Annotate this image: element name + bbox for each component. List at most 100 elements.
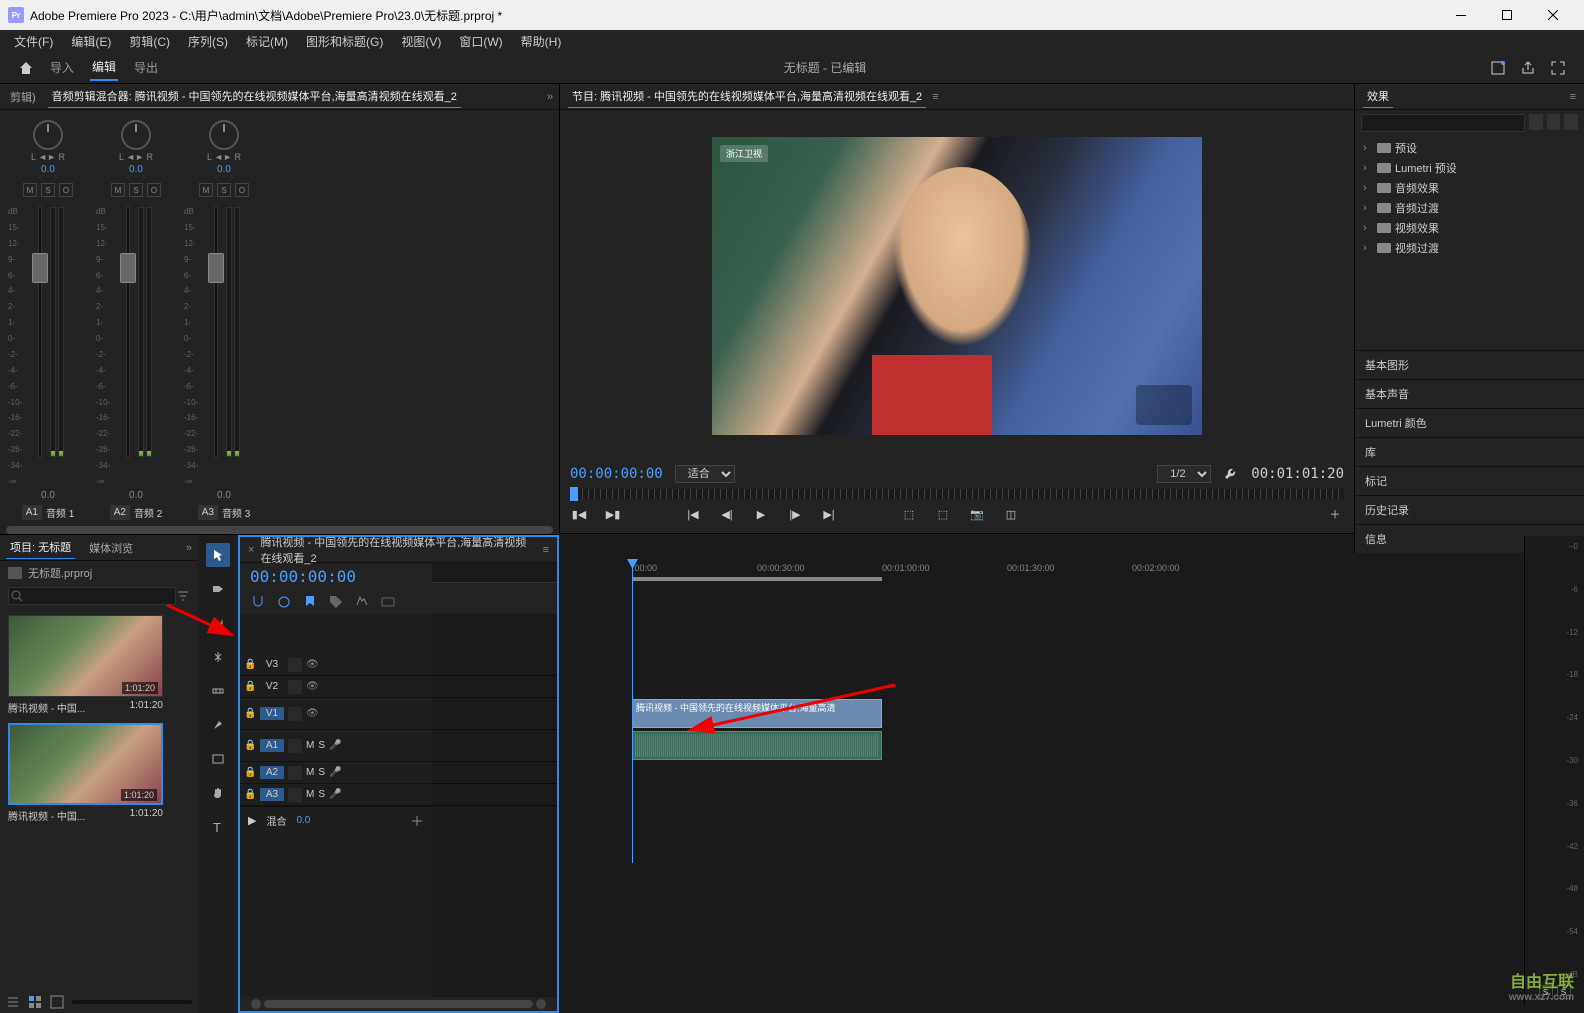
slip-tool[interactable]: [206, 679, 230, 703]
rectangle-tool[interactable]: [206, 747, 230, 771]
project-overflow-icon[interactable]: »: [186, 542, 192, 554]
record-button[interactable]: O: [235, 183, 249, 197]
fx-folder-video-fx[interactable]: ›视频效果: [1361, 218, 1578, 238]
linked-selection-icon[interactable]: [276, 594, 292, 610]
track-header-a1[interactable]: 🔒A1MS🎤: [240, 730, 432, 762]
solo-button[interactable]: S: [217, 183, 231, 197]
menu-markers[interactable]: 标记(M): [238, 31, 296, 52]
scrub-playhead[interactable]: [570, 487, 578, 501]
mixer-tab-clip[interactable]: 剪辑): [6, 86, 40, 108]
pan-knob[interactable]: [209, 120, 239, 150]
cc-icon[interactable]: [380, 594, 396, 610]
snap-icon[interactable]: [250, 594, 266, 610]
track-v2-lane[interactable]: [432, 676, 557, 698]
track-a1-lane[interactable]: [432, 730, 557, 762]
fullscreen-icon[interactable]: [1550, 60, 1566, 76]
fx-folder-audio-trans[interactable]: ›音频过渡: [1361, 198, 1578, 218]
mix-toggle-icon[interactable]: ▶: [248, 814, 256, 827]
pan-value[interactable]: 0.0: [217, 164, 231, 175]
program-timecode-in[interactable]: 00:00:00:00: [570, 466, 663, 482]
workspace-tab-export[interactable]: 导出: [132, 55, 160, 80]
fx-badge-icon[interactable]: [1529, 114, 1543, 130]
effects-search-input[interactable]: [1361, 114, 1525, 132]
panel-libraries[interactable]: 库: [1355, 437, 1584, 466]
menu-graphics[interactable]: 图形和标题(G): [298, 31, 391, 52]
workspace-tab-edit[interactable]: 编辑: [90, 54, 118, 81]
zoom-fit-select[interactable]: 适合: [675, 465, 735, 483]
maximize-button[interactable]: [1484, 0, 1530, 30]
fx-yuv-icon[interactable]: [1564, 114, 1578, 130]
step-fwd-icon[interactable]: |▶: [786, 505, 804, 523]
panel-markers[interactable]: 标记: [1355, 466, 1584, 495]
pan-knob[interactable]: [33, 120, 63, 150]
fx-folder-lumetri[interactable]: ›Lumetri 预设: [1361, 158, 1578, 178]
freeform-view-icon[interactable]: [50, 995, 64, 1009]
track-header-v1[interactable]: 🔒V1👁: [240, 698, 432, 730]
track-header-a2[interactable]: 🔒A2MS🎤: [240, 762, 432, 784]
quick-export-icon[interactable]: [1490, 60, 1506, 76]
pan-knob[interactable]: [121, 120, 151, 150]
button-editor-icon[interactable]: ＋: [1326, 505, 1344, 523]
step-back-icon[interactable]: ◀|: [718, 505, 736, 523]
play-icon[interactable]: ▶: [752, 505, 770, 523]
project-tab[interactable]: 项目: 无标题: [6, 536, 75, 559]
pen-tool[interactable]: [206, 713, 230, 737]
export-frame-icon[interactable]: 📷: [968, 505, 986, 523]
hand-tool[interactable]: [206, 781, 230, 805]
volume-fader[interactable]: [126, 207, 130, 457]
minimize-button[interactable]: [1438, 0, 1484, 30]
timeline-sequence-tab[interactable]: 腾讯视频 - 中国领先的在线视频媒体平台,海量高清视频在线观看_2: [260, 534, 536, 566]
lift-icon[interactable]: ⬚: [900, 505, 918, 523]
record-button[interactable]: O: [147, 183, 161, 197]
mute-button[interactable]: M: [111, 183, 125, 197]
selection-tool[interactable]: [206, 543, 230, 567]
fx-32bit-icon[interactable]: [1547, 114, 1561, 130]
mixer-tab-active[interactable]: 音频剪辑混合器: 腾讯视频 - 中国领先的在线视频媒体平台,海量高清视频在线观看…: [48, 85, 461, 108]
project-item[interactable]: 1:01:20 腾讯视频 - 中国...1:01:20: [8, 615, 163, 715]
program-scrubber[interactable]: [570, 489, 1344, 499]
volume-fader[interactable]: [38, 207, 42, 457]
ripple-edit-tool[interactable]: [206, 611, 230, 635]
razor-tool[interactable]: [206, 645, 230, 669]
type-tool[interactable]: T: [206, 815, 230, 839]
go-to-out-icon[interactable]: ▶|: [820, 505, 838, 523]
menu-clip[interactable]: 剪辑(C): [121, 31, 178, 52]
timeline-close-icon[interactable]: ×: [248, 544, 254, 556]
menu-edit[interactable]: 编辑(E): [63, 31, 119, 52]
list-view-icon[interactable]: [6, 995, 20, 1009]
mute-button[interactable]: M: [23, 183, 37, 197]
panel-essential-graphics[interactable]: 基本图形: [1355, 350, 1584, 379]
icon-view-icon[interactable]: [28, 995, 42, 1009]
track-a2-lane[interactable]: [432, 762, 557, 784]
tag-icon[interactable]: [328, 594, 344, 610]
timeline-timecode[interactable]: 00:00:00:00: [240, 563, 432, 590]
solo-button[interactable]: S: [129, 183, 143, 197]
comparison-icon[interactable]: ◫: [1002, 505, 1020, 523]
program-menu-icon[interactable]: ≡: [932, 91, 938, 103]
zoom-out-handle[interactable]: [251, 999, 261, 1009]
record-button[interactable]: O: [59, 183, 73, 197]
settings-icon[interactable]: [354, 594, 370, 610]
fx-folder-presets[interactable]: ›预设: [1361, 138, 1578, 158]
track-v1-lane[interactable]: 腾讯视频 - 中国领先的在线视频媒体平台,海量高清: [432, 698, 557, 730]
effects-menu-icon[interactable]: ≡: [1570, 91, 1576, 103]
fx-folder-audio-fx[interactable]: ›音频效果: [1361, 178, 1578, 198]
panel-history[interactable]: 历史记录: [1355, 495, 1584, 524]
mix-value[interactable]: 0.0: [296, 815, 310, 826]
extract-icon[interactable]: ⬚: [934, 505, 952, 523]
program-video[interactable]: 浙江卫视: [712, 137, 1202, 435]
project-search-input[interactable]: [8, 587, 176, 605]
search-filter-icon[interactable]: [176, 589, 190, 603]
menu-file[interactable]: 文件(F): [6, 31, 61, 52]
media-browser-tab[interactable]: 媒体浏览: [85, 537, 137, 559]
go-to-in-icon[interactable]: |◀: [684, 505, 702, 523]
marker-icon[interactable]: [302, 594, 318, 610]
timeline-ruler[interactable]: :00:00 00:00:30:00 00:01:00:00 00:01:30:…: [432, 563, 557, 583]
volume-fader[interactable]: [214, 207, 218, 457]
menu-view[interactable]: 视图(V): [393, 31, 449, 52]
share-icon[interactable]: [1520, 60, 1536, 76]
timeline-work-area[interactable]: [632, 577, 882, 581]
mark-in-icon[interactable]: ▮◀: [570, 505, 588, 523]
effects-tab[interactable]: 效果: [1363, 85, 1393, 108]
project-item[interactable]: 1:01:20 腾讯视频 - 中国...1:01:20: [8, 723, 163, 823]
